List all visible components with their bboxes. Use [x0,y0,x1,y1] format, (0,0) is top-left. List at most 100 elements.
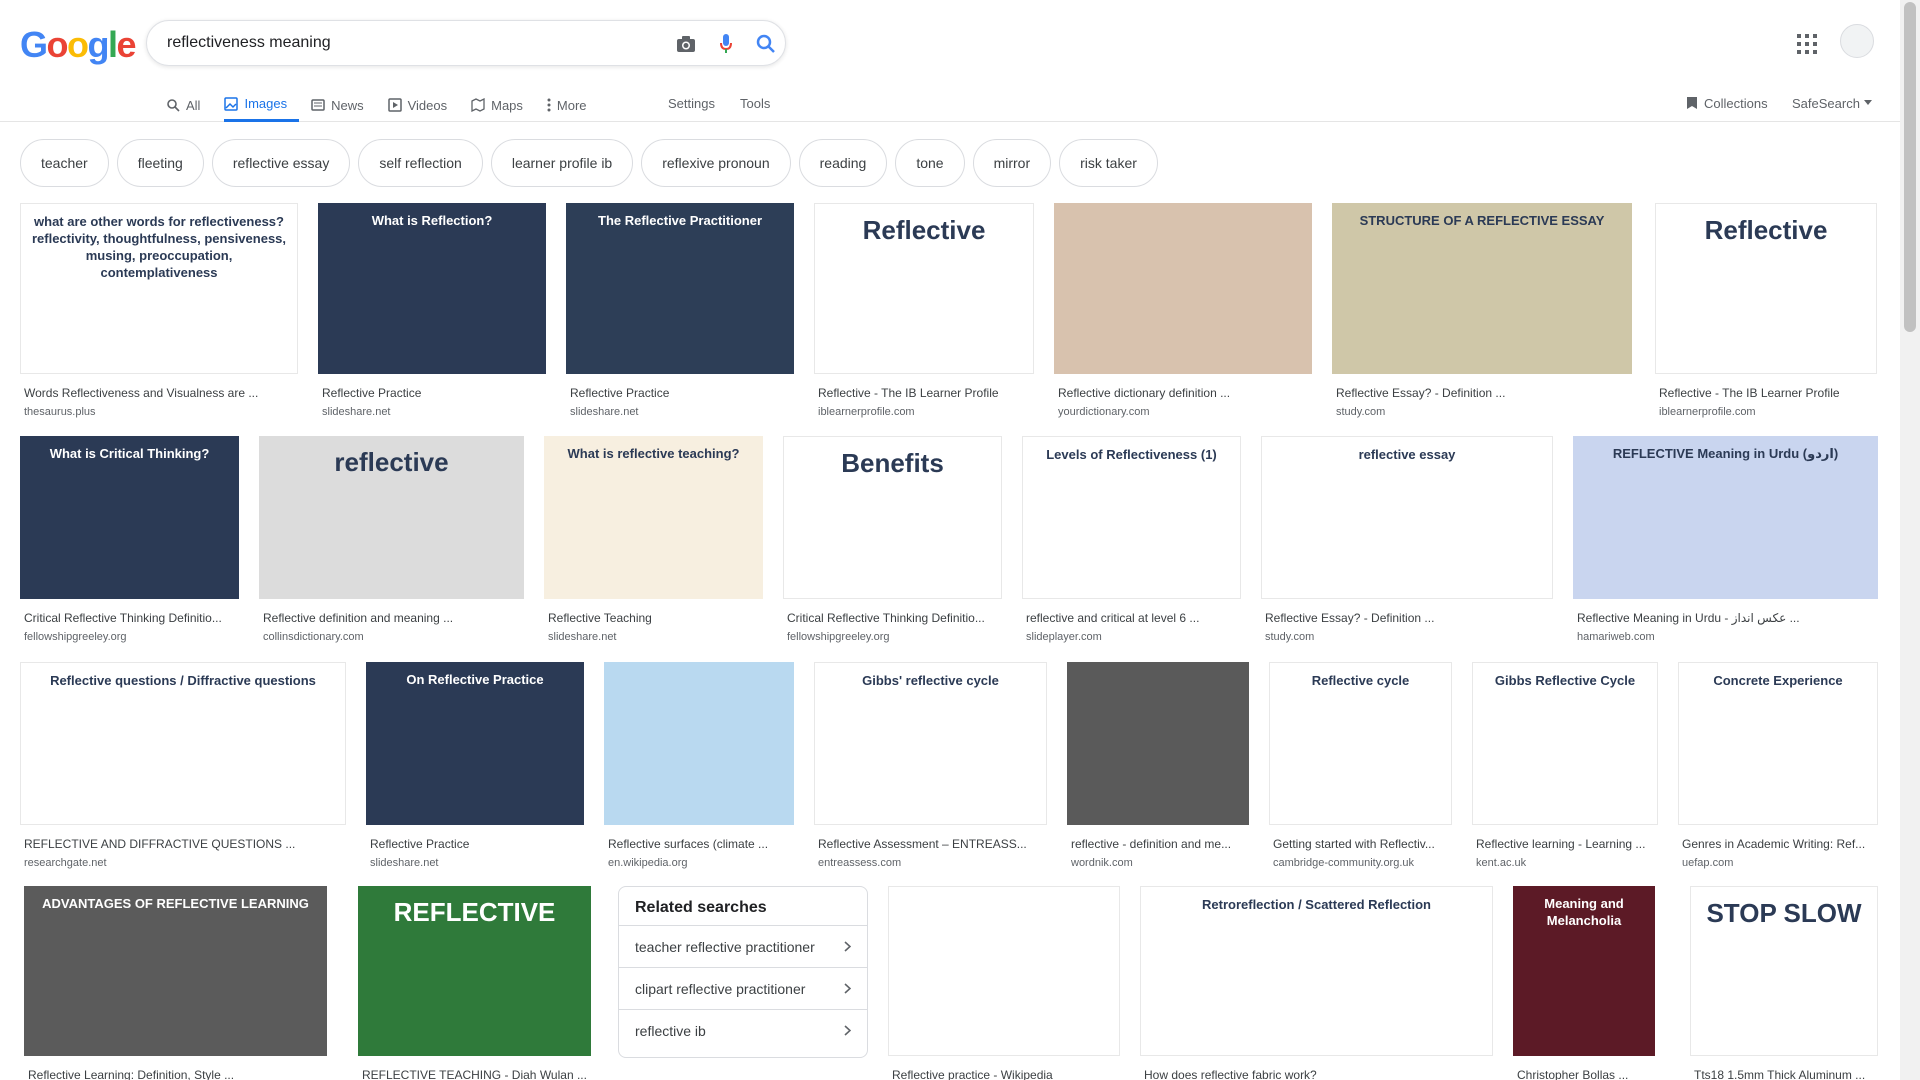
result-source[interactable]: slideshare.net [370,857,439,869]
result-title[interactable]: Reflective Practice [370,837,580,851]
result-title[interactable]: How does reflective fabric work? [1144,1068,1489,1080]
result-title[interactable]: Reflective learning - Learning ... [1476,837,1654,851]
result-thumbnail[interactable]: On Reflective Practice [366,662,584,825]
result-title[interactable]: Reflective Practice [570,386,790,400]
image-result[interactable]: Gibbs' reflective cycle Reflective Assess… [814,662,1047,873]
result-title[interactable]: Reflective dictionary definition ... [1058,386,1308,400]
result-title[interactable]: REFLECTIVE TEACHING - Diah Wulan ... [362,1068,587,1080]
result-title[interactable]: Christopher Bollas ... [1517,1068,1651,1080]
result-thumbnail[interactable]: what are other words for reflectiveness?… [20,203,298,374]
image-result[interactable]: REFLECTIVE Meaning in Urdu (اردو) Reflect… [1573,436,1878,647]
result-source[interactable]: study.com [1265,631,1314,643]
result-source[interactable]: slideshare.net [322,406,391,418]
image-result[interactable]: Reflective dictionary definition ... your… [1054,203,1312,422]
result-thumbnail[interactable]: What is Reflection? [318,203,546,374]
camera-icon[interactable] [675,33,697,55]
chip[interactable]: risk taker [1059,139,1158,187]
image-result[interactable]: What is reflective teaching? Reflective T… [544,436,763,647]
tab-maps[interactable]: Maps [471,88,535,122]
result-thumbnail[interactable]: Retroreflection / Scattered Reflection [1140,886,1493,1056]
settings-link[interactable]: Settings [668,88,715,118]
result-thumbnail[interactable]: reflective [259,436,524,599]
chip[interactable]: self reflection [358,139,483,187]
image-result[interactable]: Retroreflection / Scattered Reflection Ho… [1140,886,1493,1080]
result-title[interactable]: Reflective definition and meaning ... [263,611,520,625]
scrollbar-thumb[interactable] [1904,2,1916,332]
result-thumbnail[interactable]: Concrete Experience [1678,662,1878,825]
collections-link[interactable]: Collections [1686,88,1768,118]
result-thumbnail[interactable]: Benefits [783,436,1002,599]
result-source[interactable]: uefap.com [1682,857,1733,869]
result-thumbnail[interactable]: What is reflective teaching? [544,436,763,599]
result-source[interactable]: yourdictionary.com [1058,406,1150,418]
result-title[interactable]: Critical Reflective Thinking Definitio..… [787,611,998,625]
image-result[interactable]: The Reflective Practitioner Reflective Pr… [566,203,794,422]
result-thumbnail[interactable]: Gibbs Reflective Cycle [1472,662,1658,825]
search-icon[interactable] [755,33,777,55]
result-source[interactable]: fellowshipgreeley.org [24,631,127,643]
chip[interactable]: tone [895,139,965,187]
result-thumbnail[interactable]: What is Critical Thinking? [20,436,239,599]
result-title[interactable]: Reflective Learning: Definition, Style .… [28,1068,323,1080]
tab-news[interactable]: News [311,88,376,122]
result-thumbnail[interactable]: ADVANTAGES OF REFLECTIVE LEARNING [24,886,327,1056]
apps-grid-icon[interactable] [1796,33,1818,55]
result-title[interactable]: Reflective Meaning in Urdu - عکس انداز .… [1577,611,1874,625]
result-title[interactable]: Getting started with Reflectiv... [1273,837,1448,851]
result-thumbnail[interactable]: Gibbs' reflective cycle [814,662,1047,825]
chip[interactable]: fleeting [116,139,204,187]
result-source[interactable]: kent.ac.uk [1476,857,1526,869]
result-source[interactable]: thesaurus.plus [24,406,96,418]
safesearch-dropdown[interactable]: SafeSearch [1792,88,1872,118]
image-result[interactable]: Reflective cycle Getting started with Ref… [1269,662,1452,873]
result-thumbnail[interactable] [1067,662,1249,825]
result-thumbnail[interactable]: STOP SLOW [1690,886,1878,1056]
google-logo[interactable]: Google [20,24,137,66]
image-result[interactable]: reflective essay Reflective Essay? - Defi… [1261,436,1553,647]
result-source[interactable]: slideplayer.com [1026,631,1102,643]
image-result[interactable]: Reflective questions / Diffractive quest… [20,662,346,873]
image-result[interactable]: On Reflective Practice Reflective Practic… [366,662,584,873]
result-thumbnail[interactable]: Reflective [814,203,1034,374]
tab-all[interactable]: All [166,88,212,122]
result-source[interactable]: collinsdictionary.com [263,631,364,643]
result-title[interactable]: Reflective - The IB Learner Profile [818,386,1030,400]
result-thumbnail[interactable] [604,662,794,825]
result-title[interactable]: reflective - definition and me... [1071,837,1245,851]
page-scrollbar[interactable] [1900,0,1920,1080]
result-title[interactable]: Reflective Teaching [548,611,759,625]
result-source[interactable]: slideshare.net [570,406,639,418]
tools-link[interactable]: Tools [740,88,770,118]
image-result[interactable]: REFLECTIVE REFLECTIVE TEACHING - Diah Wul… [358,886,591,1080]
result-source[interactable]: study.com [1336,406,1385,418]
result-source[interactable]: wordnik.com [1071,857,1133,869]
result-title[interactable]: REFLECTIVE AND DIFFRACTIVE QUESTIONS ... [24,837,342,851]
tab-videos[interactable]: Videos [387,88,460,122]
result-title[interactable]: Reflective surfaces (climate ... [608,837,790,851]
result-thumbnail[interactable]: reflective essay [1261,436,1553,599]
tab-more[interactable]: More [547,88,599,122]
result-thumbnail[interactable]: Levels of Reflectiveness (1) [1022,436,1241,599]
image-result[interactable]: What is Critical Thinking? Critical Refle… [20,436,239,647]
result-thumbnail[interactable]: Reflective questions / Diffractive quest… [20,662,346,825]
image-result[interactable]: Reflective Reflective - The IB Learner Pr… [1655,203,1877,422]
image-result[interactable]: Reflective surfaces (climate ... en.wikip… [604,662,794,873]
related-search-item[interactable]: reflective ib [619,1009,867,1051]
chip[interactable]: learner profile ib [490,139,634,187]
image-result[interactable]: reflective Reflective definition and mean… [259,436,524,647]
microphone-icon[interactable] [715,33,737,55]
result-title[interactable]: Reflective practice - Wikipedia [892,1068,1116,1080]
result-title[interactable]: reflective and critical at level 6 ... [1026,611,1237,625]
chip[interactable]: mirror [972,139,1052,187]
result-thumbnail[interactable] [888,886,1120,1056]
image-result[interactable]: Gibbs Reflective Cycle Reflective learnin… [1472,662,1658,873]
result-source[interactable]: entreassess.com [818,857,901,869]
result-title[interactable]: Reflective - The IB Learner Profile [1659,386,1873,400]
result-title[interactable]: Reflective Essay? - Definition ... [1336,386,1628,400]
result-thumbnail[interactable]: REFLECTIVE [358,886,591,1056]
result-source[interactable]: fellowshipgreeley.org [787,631,890,643]
result-title[interactable]: Tts18 1.5mm Thick Aluminum ... [1694,1068,1874,1080]
related-search-item[interactable]: teacher reflective practitioner [619,925,867,967]
result-thumbnail[interactable]: REFLECTIVE Meaning in Urdu (اردو) [1573,436,1878,599]
image-result[interactable]: ADVANTAGES OF REFLECTIVE LEARNING Reflect… [24,886,327,1080]
